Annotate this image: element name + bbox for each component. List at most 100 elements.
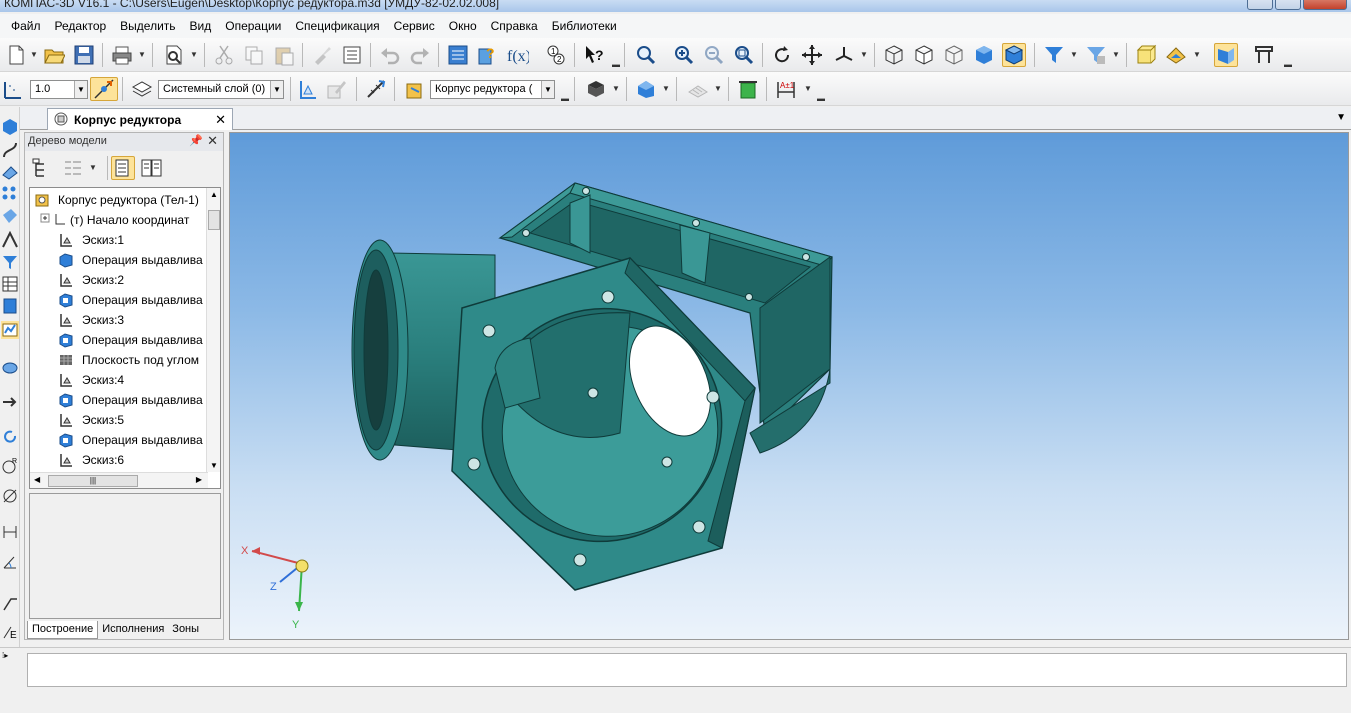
thin-hidden-lines-icon[interactable] (942, 43, 966, 67)
command-input-area[interactable] (27, 653, 1347, 687)
pipe-tool-icon[interactable] (1, 359, 19, 377)
print-icon[interactable] (110, 43, 134, 67)
section-icon[interactable] (1164, 43, 1188, 67)
tree-filter-dropdown-icon[interactable]: ▼ (89, 163, 97, 172)
scroll-up-icon[interactable]: ▲ (210, 190, 218, 199)
layer-combo[interactable]: Системный слой (0) ▼ (158, 80, 284, 99)
menu-window[interactable]: Окно (442, 19, 484, 33)
array-tool-icon[interactable] (1, 185, 19, 203)
undo-icon[interactable] (378, 43, 402, 67)
snap-toggle-icon[interactable] (90, 77, 118, 101)
save-icon[interactable] (72, 43, 96, 67)
tab-executions[interactable]: Исполнения (98, 621, 168, 639)
close-window-button[interactable] (1303, 0, 1347, 10)
tree-filter-icon[interactable] (61, 156, 85, 180)
model-viewport[interactable]: X Z Y (229, 132, 1349, 640)
filter-dropdown-icon[interactable]: ▼ (1070, 50, 1078, 59)
part-select-icon[interactable] (402, 77, 426, 101)
menu-specification[interactable]: Спецификация (288, 19, 386, 33)
drawing-icon[interactable] (1252, 43, 1276, 67)
menu-service[interactable]: Сервис (387, 19, 442, 33)
angle-dimension-icon[interactable] (1, 553, 19, 571)
menu-operations[interactable]: Операции (218, 19, 288, 33)
tree-list-view-icon[interactable] (111, 156, 135, 180)
spec-tool-icon[interactable] (1, 297, 19, 315)
diameter-tool-icon[interactable] (1, 487, 19, 505)
paste-icon[interactable] (272, 43, 296, 67)
menu-file[interactable]: Файл (4, 19, 48, 33)
material-dropdown-icon[interactable]: ▼ (612, 84, 620, 93)
menu-edit[interactable]: Редактор (48, 19, 114, 33)
filter-tool-icon[interactable] (1, 253, 19, 271)
tree-node-extrude-3[interactable]: Операция выдавлива (58, 330, 220, 350)
sketch-mode-icon[interactable] (296, 77, 320, 101)
format-brush-icon[interactable] (310, 43, 334, 67)
tab-zones[interactable]: Зоны (168, 621, 203, 639)
orientation-icon[interactable] (832, 43, 856, 67)
pin-icon[interactable]: 📌 (189, 134, 203, 147)
zoom-in-icon[interactable] (672, 43, 696, 67)
edit-component-icon[interactable] (324, 77, 348, 101)
rotate-tool-icon[interactable] (1, 427, 19, 445)
tree-node-extrude-5[interactable]: Операция выдавлива (58, 430, 220, 450)
wireframe-icon[interactable] (882, 43, 906, 67)
redo-icon[interactable] (408, 43, 432, 67)
manager-icon[interactable] (446, 43, 470, 67)
preview-dropdown-icon[interactable]: ▼ (190, 50, 198, 59)
hidden-lines-icon[interactable] (912, 43, 936, 67)
line-dimension-icon[interactable] (1, 523, 19, 541)
move-tool-icon[interactable] (1, 393, 19, 411)
layer-icon[interactable] (130, 77, 154, 101)
tree-vertical-scrollbar[interactable]: ▲ ▼ (206, 188, 220, 472)
tree-node-sketch-5[interactable]: Эскиз:5 (58, 410, 220, 430)
tree-node-extrude-2[interactable]: Операция выдавлива (58, 290, 220, 310)
tree-node-sketch-4[interactable]: Эскиз:4 (58, 370, 220, 390)
tree-node-root[interactable]: Корпус редуктора (Тел-1) (34, 190, 214, 210)
function-icon[interactable]: f(x) (506, 43, 530, 67)
extrude-tool-icon[interactable] (1, 117, 19, 135)
report-tool-icon[interactable] (1, 321, 19, 339)
horizontal-scroll-thumb[interactable]: ||| (48, 475, 138, 487)
minimize-button[interactable] (1247, 0, 1273, 10)
tree-split-view-icon[interactable] (139, 156, 163, 180)
rotate-icon[interactable] (770, 43, 794, 67)
tree-node-sketch-1[interactable]: Эскиз:1 (58, 230, 220, 250)
new-file-dropdown-icon[interactable]: ▼ (30, 50, 38, 59)
tree-node-sketch-2[interactable]: Эскиз:2 (58, 270, 220, 290)
tree-structure-icon[interactable] (29, 156, 53, 180)
snap-axis-icon[interactable] (0, 77, 24, 101)
maximize-button[interactable] (1275, 0, 1301, 10)
zoom-all-icon[interactable] (732, 43, 756, 67)
orientation-dropdown-icon[interactable]: ▼ (860, 50, 868, 59)
measure-icon[interactable] (364, 77, 388, 101)
variables-icon[interactable]: ? (476, 43, 500, 67)
cut-icon[interactable] (212, 43, 236, 67)
section-dropdown-icon[interactable]: ▼ (1193, 50, 1201, 59)
table-tool-icon[interactable] (1, 275, 19, 293)
surface-tool-icon[interactable] (1, 163, 19, 181)
close-panel-icon[interactable]: ✕ (207, 133, 218, 149)
text-tool-icon[interactable]: E (1, 623, 19, 641)
scroll-down-icon[interactable]: ▼ (210, 461, 218, 470)
material-icon[interactable] (584, 77, 608, 101)
radius-tool-icon[interactable]: R (1, 457, 19, 475)
reference-icon[interactable] (736, 77, 760, 101)
hatch-icon[interactable] (686, 77, 710, 101)
filter-select-icon[interactable] (1084, 43, 1108, 67)
toolbar1-overflow-icon[interactable]: ▬ (612, 60, 620, 69)
tree-node-extrude-1[interactable]: Операция выдавлива (58, 250, 220, 270)
tree-node-origin[interactable]: (т) Начало координат (40, 210, 220, 230)
perspective-icon[interactable] (1214, 43, 1238, 67)
tree-node-extrude-4[interactable]: Операция выдавлива (58, 390, 220, 410)
step-combo[interactable]: 1.0 ▼ (30, 80, 88, 99)
print-dropdown-icon[interactable]: ▼ (138, 50, 146, 59)
tree-node-plane[interactable]: Плоскость под углом (58, 350, 220, 370)
filter-select-dropdown-icon[interactable]: ▼ (1112, 50, 1120, 59)
toolbar2-overflow2-icon[interactable]: ▬ (817, 94, 825, 103)
axis-tool-icon[interactable] (1, 230, 19, 249)
layer-dropdown-icon[interactable]: ▼ (270, 81, 283, 98)
tree-horizontal-scrollbar[interactable]: ◀ ||| ▶ (30, 472, 208, 488)
parameters-icon[interactable]: 12 (544, 43, 568, 67)
close-tab-icon[interactable]: ✕ (215, 112, 226, 128)
dimension-dropdown-icon[interactable]: ▼ (804, 84, 812, 93)
